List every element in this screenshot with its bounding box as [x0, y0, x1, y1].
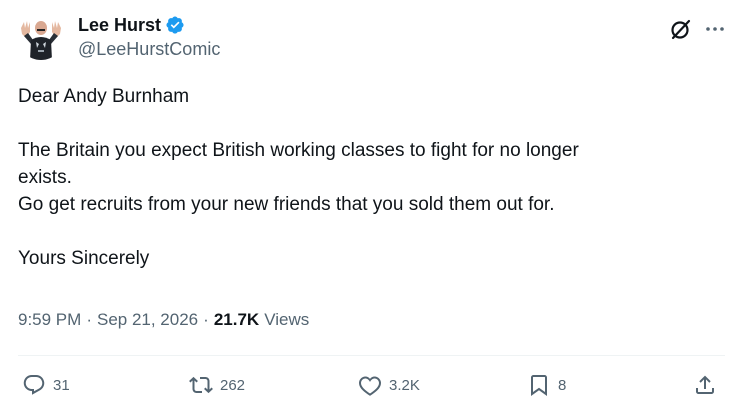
tweet-line: exists. — [18, 167, 72, 188]
grok-icon[interactable] — [668, 16, 694, 42]
bookmark-icon — [531, 375, 547, 396]
tweet-line: The Britain you expect British working c… — [18, 140, 579, 161]
avatar-icon[interactable] — [18, 14, 64, 60]
like-button[interactable]: 3.2K — [358, 372, 420, 398]
tweet-line: Go get recruits from your new friends th… — [18, 194, 555, 215]
reply-count: 31 — [53, 376, 70, 394]
views-count[interactable]: 21.7K — [214, 310, 259, 330]
tweet-line: Yours Sincerely — [18, 248, 150, 269]
tweet-header: Lee Hurst @LeeHurstComic — [18, 10, 725, 60]
verified-badge-icon — [166, 16, 184, 34]
display-name-row: Lee Hurst — [78, 13, 220, 37]
tweet-meta: 9:59 PM · Sep 21, 2026 · 21.7K Views — [18, 310, 309, 330]
action-bar: 31 262 3.2K 8 — [0, 372, 743, 400]
tweet-time[interactable]: 9:59 PM — [18, 310, 81, 330]
divider — [18, 355, 725, 356]
tweet-date[interactable]: Sep 21, 2026 — [97, 310, 198, 330]
share-icon — [696, 375, 714, 394]
tweet-text: Dear Andy Burnham The Britain you expect… — [18, 83, 718, 272]
author-handle[interactable]: @LeeHurstComic — [78, 39, 220, 60]
tweet-card: Lee Hurst @LeeHurstComic Dear Andy Burnh… — [0, 0, 743, 416]
repost-count: 262 — [220, 376, 246, 394]
display-name[interactable]: Lee Hurst — [78, 15, 161, 36]
bookmark-count: 8 — [558, 376, 567, 394]
heart-icon — [359, 376, 381, 396]
meta-separator: · — [203, 310, 209, 329]
tweet-line: Dear Andy Burnham — [18, 86, 190, 107]
more-icon[interactable] — [702, 16, 728, 42]
like-count: 3.2K — [389, 376, 420, 394]
share-button[interactable] — [693, 372, 717, 398]
repost-icon — [189, 376, 213, 394]
reply-button[interactable]: 31 — [22, 372, 70, 398]
reply-icon — [23, 375, 45, 395]
author-names: Lee Hurst @LeeHurstComic — [78, 13, 220, 60]
views-label[interactable]: Views — [264, 310, 309, 330]
repost-button[interactable]: 262 — [189, 372, 245, 398]
bookmark-button[interactable]: 8 — [527, 372, 566, 398]
meta-separator: · — [86, 310, 92, 329]
